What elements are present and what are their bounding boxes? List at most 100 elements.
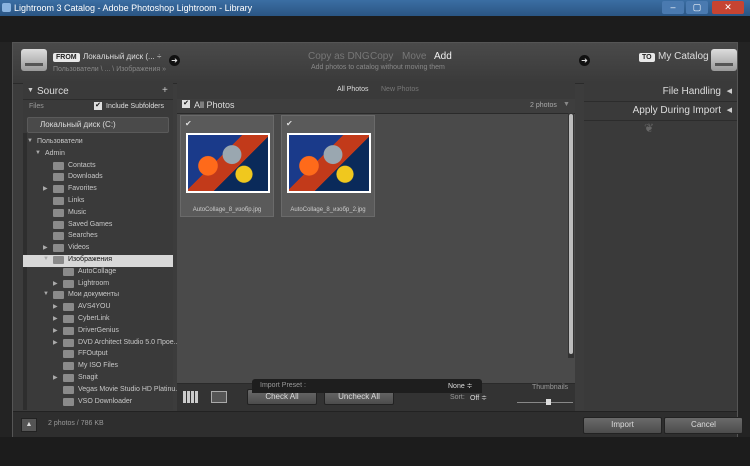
expand-dialog-button[interactable]: ▲ (21, 418, 37, 432)
grid-collapse-icon[interactable]: ▼ (563, 101, 570, 108)
expanded-triangle-icon[interactable]: ▼ (43, 256, 49, 262)
folder-tree-item[interactable]: Contacts (23, 161, 173, 173)
folder-tree-item[interactable]: ▼ Admin (23, 149, 173, 161)
from-path-breadcrumb[interactable]: Пользователи \ ... \ Изображения » (53, 66, 166, 73)
expanded-triangle-icon[interactable]: ▼ (27, 138, 33, 144)
expand-triangle-icon[interactable]: ◀ (727, 106, 732, 114)
to-badge: TO (639, 53, 655, 62)
expanded-triangle-icon[interactable]: ▼ (35, 150, 41, 156)
mode-description: Add photos to catalog without moving the… (311, 64, 445, 71)
folder-tree-item[interactable]: ▼ Изображения (23, 255, 173, 267)
grid-scrollbar-thumb[interactable] (569, 114, 573, 354)
expand-triangle-icon[interactable]: ◀ (727, 87, 732, 95)
from-badge: FROM (53, 53, 80, 62)
folder-tree-label: FFOutput (78, 350, 108, 358)
folder-tree-label: Snagit (78, 374, 98, 381)
include-subfolders-label: Include Subfolders (106, 103, 164, 110)
folder-tree-item[interactable]: ▼ Мои документы (23, 290, 173, 302)
to-destination: My Catalog (658, 51, 709, 62)
collapsed-triangle-icon[interactable]: ▶ (53, 339, 58, 346)
loupe-view-icon[interactable] (211, 391, 227, 403)
source-panel-header[interactable]: ▼ Source + (23, 83, 173, 100)
collapsed-triangle-icon[interactable]: ▶ (53, 315, 58, 322)
minimize-button[interactable]: – (662, 1, 684, 14)
catalog-drive-icon (711, 49, 737, 71)
collapsed-triangle-icon[interactable]: ▶ (43, 244, 48, 251)
tab-new-photos[interactable]: New Photos (381, 86, 419, 93)
drive-item[interactable]: Локальный диск (C:) (27, 117, 169, 133)
photo-checkbox[interactable]: ✔ (286, 119, 293, 128)
photo-thumbnail[interactable] (186, 133, 270, 193)
all-photos-checkbox[interactable]: ✔ (182, 100, 190, 108)
cancel-button[interactable]: Cancel (664, 417, 743, 434)
folder-icon (63, 315, 74, 323)
add-source-icon[interactable]: + (162, 85, 168, 96)
close-window-button[interactable]: ✕ (712, 1, 744, 14)
photo-thumbnail[interactable] (287, 133, 371, 193)
mode-copy-as-dng[interactable]: Copy as DNG (308, 51, 370, 62)
folder-tree-item[interactable]: Music (23, 208, 173, 220)
folder-tree-item[interactable]: Links (23, 196, 173, 208)
folder-tree-item[interactable]: Downloads (23, 172, 173, 184)
photo-cell[interactable]: ✔ AutoCollage_8_изобр.jpg (180, 115, 274, 217)
grid-view-icon[interactable] (183, 391, 199, 403)
thumbnail-slider-knob[interactable] (545, 399, 551, 405)
collapsed-triangle-icon[interactable]: ▶ (53, 374, 58, 381)
mode-move[interactable]: Move (402, 51, 426, 62)
import-status: 2 photos / 786 KB (48, 420, 104, 427)
include-subfolders-checkbox[interactable]: ✔ (94, 102, 102, 110)
collapsed-triangle-icon[interactable]: ▶ (43, 185, 48, 192)
folder-tree-item[interactable]: ▶ Favorites (23, 184, 173, 196)
folder-tree-item[interactable]: Vegas Movie Studio HD Platinu... (23, 385, 181, 397)
folder-tree-label: AutoCollage (78, 267, 117, 275)
collapsed-triangle-icon[interactable]: ▶ (53, 303, 58, 310)
folder-tree-item[interactable]: ▶ AVS4YOU (23, 302, 173, 314)
collapsed-triangle-icon[interactable]: ▶ (53, 327, 58, 334)
sort-select[interactable]: Off ≑ (470, 394, 487, 402)
background-left-panel (0, 42, 12, 437)
folder-tree-item[interactable]: FFOutput (23, 349, 173, 361)
photo-checkbox[interactable]: ✔ (185, 119, 192, 128)
folder-tree-item[interactable]: ▶ Videos (23, 243, 173, 255)
maximize-button[interactable]: ▢ (686, 1, 708, 14)
folder-tree-item[interactable]: My ISO Files (23, 361, 173, 373)
folder-tree-item[interactable]: VSO Downloader (23, 397, 173, 409)
import-button[interactable]: Import (583, 417, 662, 434)
import-preset-select[interactable]: None ≑ (448, 382, 473, 390)
folder-tree-item[interactable]: ▶ Lightroom (23, 279, 173, 291)
folder-tree-label: Изображения (68, 256, 112, 263)
photo-filename: AutoCollage_8_изобр_2.jpg (290, 207, 366, 213)
apply-during-import-label: Apply During Import (632, 105, 721, 116)
apply-during-import-header[interactable]: Apply During Import ◀ (584, 102, 737, 121)
file-handling-header[interactable]: File Handling ◀ (584, 83, 737, 102)
folder-tree-item[interactable]: AutoCollage (23, 267, 173, 279)
import-dialog: FROM Локальный диск (... ÷ Пользователи … (12, 42, 743, 437)
expanded-triangle-icon[interactable]: ▼ (43, 291, 49, 297)
tab-all-photos[interactable]: All Photos (337, 86, 369, 93)
to-arrow-icon: ➜ (579, 55, 590, 66)
folder-tree-item[interactable]: Saved Games (23, 220, 173, 232)
all-photos-label: All Photos (194, 100, 235, 110)
collapse-triangle-icon[interactable]: ▼ (27, 87, 34, 94)
mode-add[interactable]: Add (434, 51, 452, 62)
folder-tree-item[interactable]: ▼ Пользователи (23, 137, 173, 149)
folder-tree-item[interactable]: ▶ CyberLink (23, 314, 173, 326)
from-source-selector[interactable]: Локальный диск (... (83, 52, 155, 61)
collapsed-triangle-icon[interactable]: ▶ (53, 280, 58, 287)
folder-icon (53, 256, 64, 264)
background-filmstrip (0, 437, 750, 466)
folder-icon (63, 374, 74, 382)
photo-filename: AutoCollage_8_изобр.jpg (192, 207, 262, 213)
folder-tree-item[interactable]: ▶ DVD Architect Studio 5.0 Прое... (23, 338, 180, 350)
folder-icon (63, 267, 74, 276)
folder-icon (53, 197, 64, 205)
folder-tree-item[interactable]: Searches (23, 231, 173, 243)
import-preset-label: Import Preset : (260, 382, 306, 389)
mode-copy[interactable]: Copy (370, 51, 393, 62)
folder-tree-label: VSO Downloader (78, 397, 133, 405)
folder-tree-item[interactable]: ▶ DriverGenius (23, 326, 173, 338)
folder-tree-item[interactable]: ▶ Snagit (23, 373, 173, 385)
folder-icon (63, 279, 74, 288)
photo-cell[interactable]: ✔ AutoCollage_8_изобр_2.jpg (281, 115, 375, 217)
from-source-menu-icon[interactable]: ÷ (157, 52, 161, 61)
